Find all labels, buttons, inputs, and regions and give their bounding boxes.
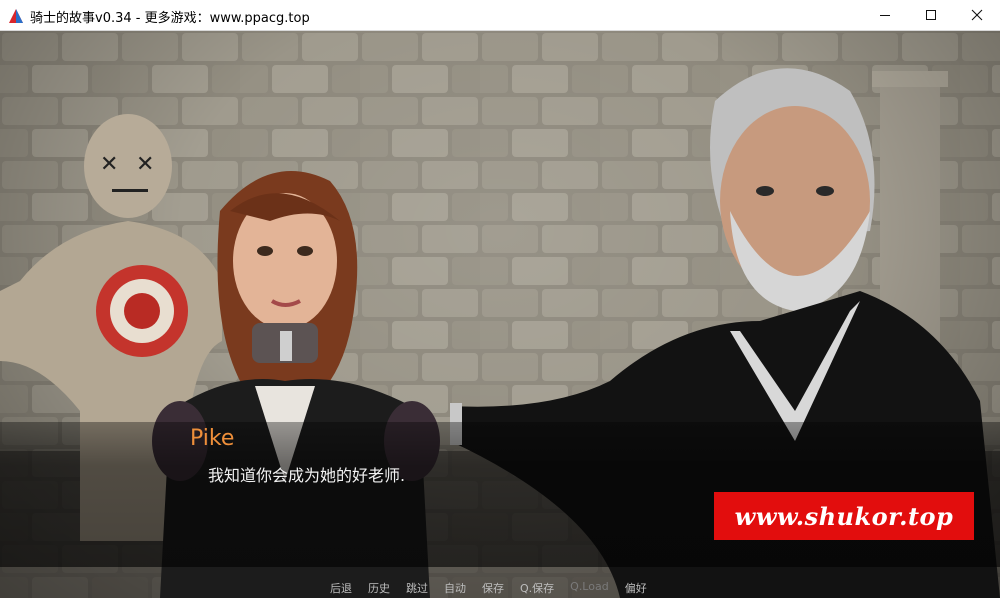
- minimize-button[interactable]: [862, 0, 908, 30]
- quick-menu-quick-load[interactable]: Q.Load: [570, 580, 609, 598]
- quick-menu-auto[interactable]: 自动: [444, 580, 466, 598]
- quick-menu-quick-save[interactable]: Q.保存: [520, 580, 554, 598]
- maximize-button[interactable]: [908, 0, 954, 30]
- title-bar: 骑士的故事v0.34 - 更多游戏：www.ppacg.top: [0, 0, 1000, 31]
- quick-menu-skip[interactable]: 跳过: [406, 580, 428, 598]
- svg-text:✕: ✕: [100, 152, 118, 177]
- renpy-triangle-icon: [9, 9, 23, 23]
- watermark-banner: www.shukor.top: [714, 492, 974, 540]
- speaker-name: Pike: [190, 426, 235, 451]
- quick-menu-preferences[interactable]: 偏好: [625, 580, 647, 598]
- dialogue-text: 我知道你会成为她的好老师.: [208, 466, 406, 485]
- maximize-icon: [926, 10, 936, 20]
- watermark-text: www.shukor.top: [734, 501, 954, 531]
- quick-menu-history[interactable]: 历史: [368, 580, 390, 598]
- quick-menu-back[interactable]: 后退: [330, 580, 352, 598]
- close-button[interactable]: [954, 0, 1000, 30]
- close-icon: [971, 9, 983, 21]
- minimize-icon: [880, 15, 890, 16]
- game-window: 骑士的故事v0.34 - 更多游戏：www.ppacg.top ✕ ✕ Pike…: [0, 0, 1000, 598]
- quick-menu-save[interactable]: 保存: [482, 580, 504, 598]
- window-title: 骑士的故事v0.34 - 更多游戏：www.ppacg.top: [30, 11, 310, 26]
- quick-menu: 后退 历史 跳过 自动 保存 Q.保存 Q.Load 偏好: [330, 580, 663, 598]
